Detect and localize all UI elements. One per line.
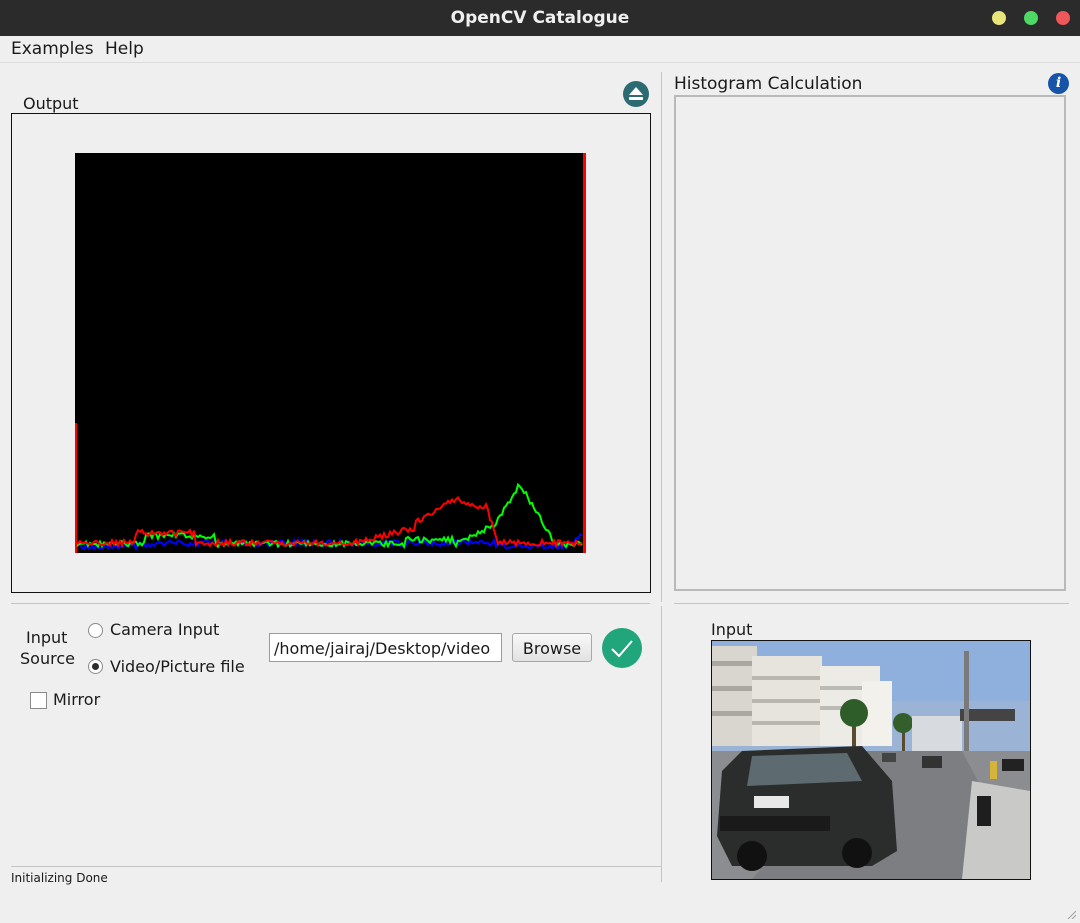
eject-icon [629, 87, 643, 100]
video-file-radio[interactable] [88, 659, 103, 674]
minimize-button[interactable] [992, 11, 1006, 25]
checkmark-icon [611, 640, 633, 658]
eject-button[interactable] [623, 81, 649, 107]
street-scene-image [712, 641, 1030, 879]
input-source-label-line1: Input [26, 628, 68, 647]
input-preview-image [711, 640, 1031, 880]
menu-help[interactable]: Help [105, 39, 144, 59]
vertical-divider-bottom [661, 606, 662, 882]
video-file-label[interactable]: Video/Picture file [110, 657, 245, 676]
resize-grip-icon[interactable] [1066, 909, 1076, 919]
maximize-button[interactable] [1024, 11, 1038, 25]
apply-button[interactable] [602, 628, 642, 668]
mirror-checkbox[interactable] [30, 692, 47, 709]
window-title: OpenCV Catalogue [450, 8, 630, 28]
histogram-panel-title: Histogram Calculation [674, 74, 863, 94]
mirror-label[interactable]: Mirror [53, 690, 100, 709]
input-preview-label: Input [711, 620, 753, 639]
info-icon[interactable]: i [1048, 73, 1069, 94]
radio-selected-dot [92, 663, 99, 670]
histogram-image [75, 153, 586, 553]
close-button[interactable] [1056, 11, 1070, 25]
vertical-divider-top [661, 72, 662, 602]
status-divider [11, 866, 661, 867]
horizontal-divider-right [674, 603, 1069, 604]
camera-input-label[interactable]: Camera Input [110, 620, 219, 639]
input-source-label-line2: Source [20, 649, 75, 668]
browse-button[interactable]: Browse [512, 633, 592, 662]
camera-input-radio[interactable] [88, 623, 103, 638]
menu-bar: Examples Help [0, 36, 1080, 63]
output-label: Output [23, 94, 79, 113]
status-text: Initializing Done [11, 871, 108, 885]
file-path-input[interactable]: /home/jairaj/Desktop/video [269, 633, 502, 662]
title-bar: OpenCV Catalogue [0, 0, 1080, 36]
horizontal-divider-left [11, 603, 650, 604]
histogram-settings-panel [674, 95, 1066, 591]
menu-examples[interactable]: Examples [11, 39, 94, 59]
